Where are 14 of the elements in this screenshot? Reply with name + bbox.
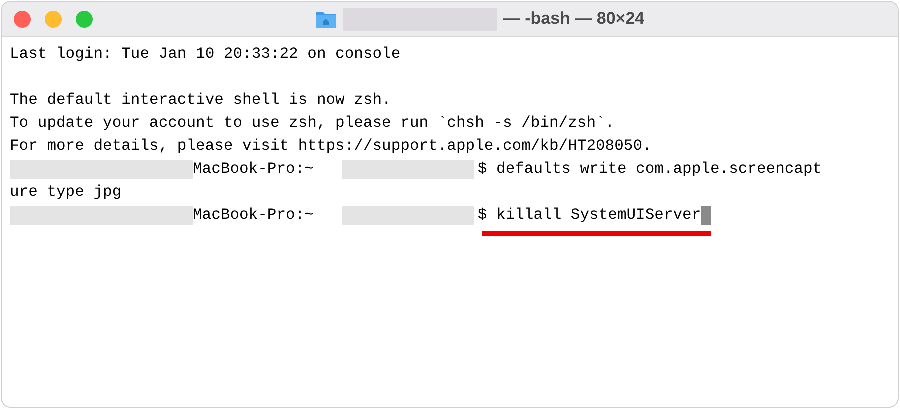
terminal-line: ure type jpg [10, 182, 122, 203]
close-button[interactable] [14, 10, 31, 28]
prompt-host: MacBook-Pro:~ [193, 204, 314, 226]
terminal-line: The default interactive shell is now zsh. [10, 90, 392, 111]
terminal-line: Last login: Tue Jan 10 20:33:22 on console [10, 44, 401, 65]
minimize-button[interactable] [45, 10, 62, 28]
terminal-line: For more details, please visit https://support.apple.com/kb/HT208050. [10, 136, 652, 157]
command-text: $ killall SystemUIServer [478, 204, 702, 226]
command-text: $ defaults write com.apple.screencapt [478, 158, 822, 180]
home-folder-icon [315, 9, 338, 29]
zoom-button[interactable] [76, 10, 93, 28]
prompt-host: MacBook-Pro:~ [193, 158, 314, 180]
terminal-line: To update your account to use zsh, please run `chsh -s /bin/zsh`. [10, 113, 615, 134]
window-title: — -bash — 80×24 [503, 8, 645, 30]
